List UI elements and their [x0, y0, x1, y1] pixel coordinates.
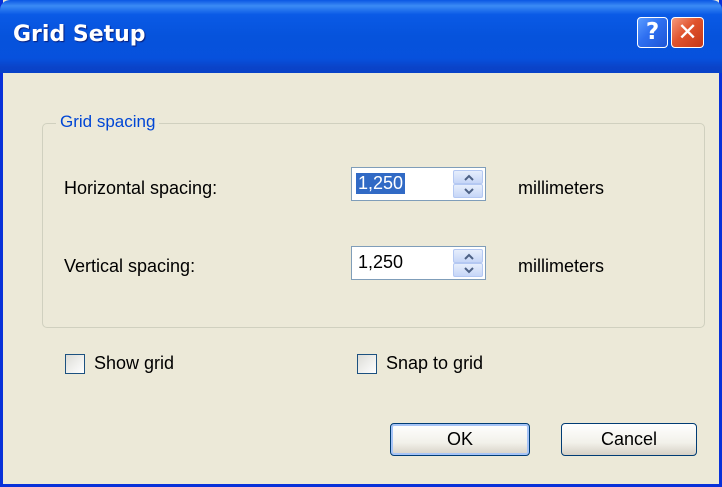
- vertical-spacing-label: Vertical spacing:: [64, 256, 196, 276]
- chevron-down-icon: [464, 188, 474, 195]
- chevron-up-icon: [464, 253, 474, 260]
- horizontal-spacing-spinner[interactable]: 1,250: [351, 167, 486, 201]
- help-button[interactable]: ?: [637, 17, 668, 48]
- vertical-spacing-input[interactable]: 1,250: [356, 252, 405, 273]
- horizontal-spacing-label: Horizontal spacing:: [64, 178, 218, 198]
- grid-setup-dialog: Grid Setup ? ✕ Grid spacing Horizontal s…: [0, 0, 722, 487]
- ok-button[interactable]: OK: [390, 423, 530, 456]
- vertical-spacing-unit: millimeters: [518, 256, 605, 276]
- chevron-down-icon: [464, 267, 474, 274]
- close-button[interactable]: ✕: [671, 17, 704, 48]
- snap-to-grid-label[interactable]: Snap to grid: [386, 353, 483, 374]
- cancel-button[interactable]: Cancel: [561, 423, 697, 456]
- snap-to-grid-checkbox[interactable]: [357, 354, 377, 374]
- close-icon: ✕: [677, 18, 698, 46]
- vertical-spin-buttons: [453, 249, 483, 277]
- cancel-button-label: Cancel: [600, 429, 658, 449]
- grid-spacing-legend: Grid spacing: [56, 112, 160, 132]
- horizontal-spin-down-button[interactable]: [453, 184, 483, 198]
- ok-button-label: OK: [446, 429, 473, 449]
- show-grid-label[interactable]: Show grid: [94, 353, 174, 374]
- vertical-spin-down-button[interactable]: [453, 263, 483, 277]
- horizontal-spacing-input[interactable]: 1,250: [356, 173, 406, 194]
- title-bar[interactable]: Grid Setup ? ✕: [0, 0, 722, 73]
- chevron-up-icon: [464, 174, 474, 181]
- horizontal-spin-up-button[interactable]: [453, 170, 483, 184]
- show-grid-checkbox[interactable]: [65, 354, 85, 374]
- grid-spacing-group: Grid spacing: [42, 112, 705, 328]
- horizontal-spin-buttons: [453, 170, 483, 198]
- help-icon: ?: [645, 19, 660, 45]
- window-title: Grid Setup: [13, 22, 146, 47]
- horizontal-spacing-unit: millimeters: [518, 178, 605, 198]
- vertical-spin-up-button[interactable]: [453, 249, 483, 263]
- vertical-spacing-spinner[interactable]: 1,250: [351, 246, 486, 280]
